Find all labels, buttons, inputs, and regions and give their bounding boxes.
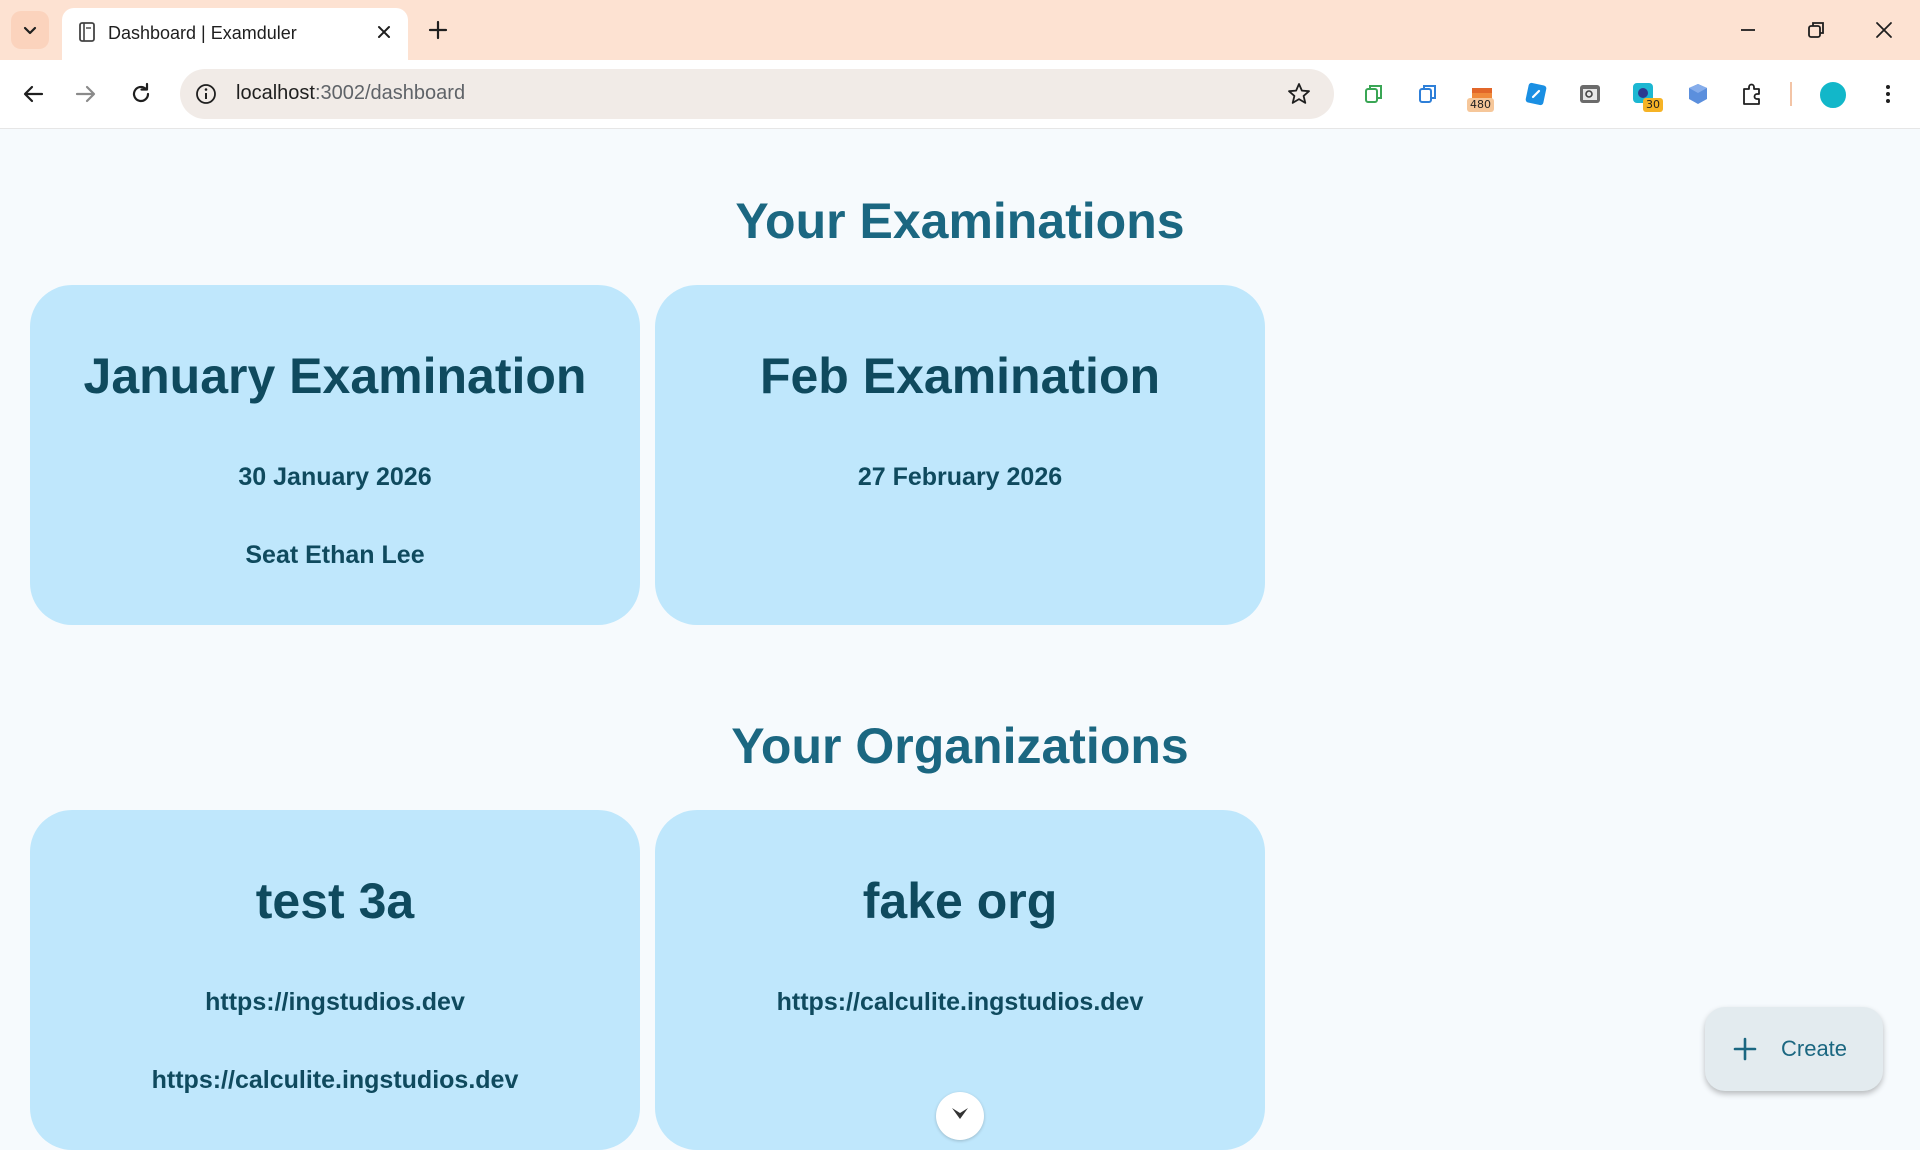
org-title: test 3a: [255, 873, 415, 929]
exam-date: 27 February 2026: [857, 463, 1063, 491]
organizations-heading: Your Organizations: [731, 718, 1189, 774]
plus-icon: [1733, 1037, 1757, 1061]
org-title: fake org: [862, 873, 1058, 929]
exam-title: January Examination: [83, 348, 587, 404]
profile-avatar[interactable]: [1818, 80, 1848, 110]
chevron-down-icon: [23, 26, 37, 35]
extension-badge: 30: [1643, 98, 1663, 112]
book-icon: [79, 22, 95, 42]
org-link[interactable]: https://calculite.ingstudios.dev: [655, 988, 1265, 1017]
examinations-heading: Your Examinations: [735, 193, 1185, 249]
back-icon[interactable]: [17, 78, 49, 110]
examination-card[interactable]: Feb Examination 27 February 2026: [655, 285, 1265, 625]
org-link[interactable]: https://calculite.ingstudios.dev: [30, 1066, 640, 1095]
create-button[interactable]: Create: [1705, 1007, 1883, 1091]
restore-icon[interactable]: [1800, 14, 1832, 46]
tab-title: Dashboard | Examduler: [108, 23, 297, 43]
exam-date: 30 January 2026: [238, 463, 432, 491]
link-icon[interactable]: [1522, 80, 1550, 108]
exam-seat: Seat Ethan Lee: [245, 541, 425, 569]
browser-tab-active[interactable]: Dashboard | Examduler: [62, 8, 408, 60]
forward-icon[interactable]: [70, 78, 102, 110]
cube-icon[interactable]: [1684, 80, 1712, 108]
browser-toolbar: localhost:3002/dashboard 480 30: [0, 60, 1920, 129]
new-tab-icon[interactable]: [424, 16, 452, 44]
copy-icon-green[interactable]: [1360, 80, 1388, 108]
tab-strip: Dashboard | Examduler: [0, 0, 1920, 60]
scroll-down-button[interactable]: [936, 1092, 984, 1140]
url-host: localhost: [236, 82, 315, 104]
exam-title: Feb Examination: [759, 348, 1161, 404]
chevron-down-icon: [952, 1108, 968, 1119]
url-path: :3002/dashboard: [314, 82, 466, 104]
puzzle-icon[interactable]: [1738, 80, 1766, 108]
close-icon[interactable]: [372, 20, 396, 44]
extension-badge: 480: [1467, 98, 1494, 112]
url-text[interactable]: localhost:3002/dashboard: [236, 82, 465, 105]
reload-icon[interactable]: [125, 78, 157, 110]
copy-icon-blue[interactable]: [1414, 80, 1442, 108]
bookmark-star-icon[interactable]: [1286, 81, 1312, 107]
organization-card[interactable]: test 3a https://ingstudios.dev https://c…: [30, 810, 640, 1150]
address-bar[interactable]: localhost:3002/dashboard: [180, 69, 1334, 119]
lens-icon[interactable]: [1576, 80, 1604, 108]
tab-search-button[interactable]: [11, 11, 49, 49]
toolbar-separator: [1790, 82, 1792, 106]
examination-card[interactable]: January Examination 30 January 2026 Seat…: [30, 285, 640, 625]
site-info-icon[interactable]: [194, 82, 218, 106]
create-button-label: Create: [1781, 1036, 1848, 1061]
close-window-icon[interactable]: [1868, 14, 1900, 46]
org-link[interactable]: https://ingstudios.dev: [30, 988, 640, 1017]
more-menu-icon[interactable]: [1874, 80, 1902, 108]
minimize-icon[interactable]: [1732, 14, 1764, 46]
